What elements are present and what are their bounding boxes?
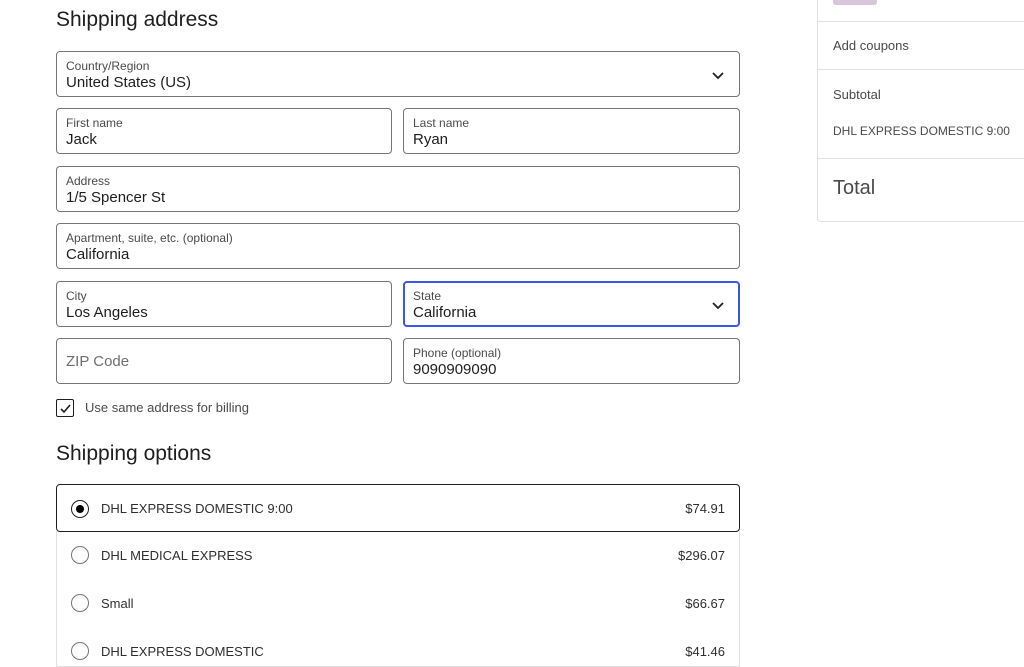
add-coupons-toggle[interactable]: Add coupons bbox=[833, 38, 909, 53]
product-thumbnail bbox=[833, 0, 877, 5]
radio-icon[interactable] bbox=[71, 594, 89, 612]
option-name: DHL MEDICAL EXPRESS bbox=[101, 548, 253, 563]
shipping-option-small[interactable]: Small $66.67 bbox=[56, 579, 740, 628]
option-price: $296.07 bbox=[678, 548, 725, 563]
option-price: $74.91 bbox=[685, 501, 725, 516]
order-summary-panel: Add coupons Subtotal DHL EXPRESS DOMESTI… bbox=[817, 0, 1024, 222]
divider bbox=[818, 158, 1024, 159]
apartment-label: Apartment, suite, etc. (optional) bbox=[66, 231, 233, 245]
city-label: City bbox=[66, 289, 87, 303]
first-name-value: Jack bbox=[66, 131, 97, 148]
last-name-label: Last name bbox=[413, 116, 470, 130]
last-name-field[interactable]: Last name Ryan bbox=[403, 108, 740, 154]
shipping-option-dhl-express-domestic-900[interactable]: DHL EXPRESS DOMESTIC 9:00 $74.91 bbox=[56, 484, 740, 532]
billing-same-label[interactable]: Use same address for billing bbox=[85, 400, 249, 415]
option-name: DHL EXPRESS DOMESTIC bbox=[101, 644, 264, 659]
radio-icon[interactable] bbox=[71, 546, 89, 564]
radio-icon[interactable] bbox=[71, 642, 89, 660]
checkmark-icon bbox=[60, 404, 71, 414]
last-name-value: Ryan bbox=[413, 131, 449, 148]
option-price: $66.67 bbox=[685, 596, 725, 611]
shipping-options-title: Shipping options bbox=[56, 442, 212, 465]
zip-field[interactable]: ZIP Code bbox=[56, 338, 392, 384]
chevron-down-icon bbox=[712, 72, 724, 80]
option-name: Small bbox=[101, 596, 134, 611]
total-label: Total bbox=[833, 177, 876, 199]
state-select[interactable]: State California bbox=[403, 281, 740, 327]
zip-placeholder: ZIP Code bbox=[66, 353, 130, 370]
country-select[interactable]: Country/Region United States (US) bbox=[56, 51, 740, 97]
country-value: United States (US) bbox=[66, 74, 192, 91]
state-value: California bbox=[413, 304, 477, 321]
shipping-option-dhl-express-domestic[interactable]: DHL EXPRESS DOMESTIC $41.46 bbox=[56, 627, 740, 667]
address-value: 1/5 Spencer St bbox=[66, 189, 166, 206]
shipping-option-dhl-medical-express[interactable]: DHL MEDICAL EXPRESS $296.07 bbox=[56, 531, 740, 580]
first-name-field[interactable]: First name Jack bbox=[56, 108, 392, 154]
radio-icon[interactable] bbox=[71, 500, 89, 518]
phone-field[interactable]: Phone (optional) 9090909090 bbox=[403, 338, 740, 384]
phone-value: 9090909090 bbox=[413, 361, 497, 378]
city-field[interactable]: City Los Angeles bbox=[56, 281, 392, 327]
option-price: $41.46 bbox=[685, 644, 725, 659]
divider bbox=[818, 69, 1024, 70]
divider bbox=[818, 21, 1024, 22]
shipping-address-title: Shipping address bbox=[56, 8, 219, 31]
chevron-down-icon bbox=[712, 302, 724, 310]
country-label: Country/Region bbox=[66, 59, 150, 73]
address-field[interactable]: Address 1/5 Spencer St bbox=[56, 166, 740, 212]
shipping-method-label: DHL EXPRESS DOMESTIC 9:00 bbox=[833, 124, 1010, 138]
subtotal-label: Subtotal bbox=[833, 87, 881, 102]
state-label: State bbox=[413, 289, 442, 303]
apartment-value: California bbox=[66, 246, 130, 263]
phone-label: Phone (optional) bbox=[413, 346, 502, 360]
billing-same-checkbox[interactable] bbox=[56, 399, 74, 417]
first-name-label: First name bbox=[66, 116, 123, 130]
city-value: Los Angeles bbox=[66, 304, 148, 321]
option-name: DHL EXPRESS DOMESTIC 9:00 bbox=[101, 501, 293, 516]
address-label: Address bbox=[66, 174, 111, 188]
apartment-field[interactable]: Apartment, suite, etc. (optional) Califo… bbox=[56, 223, 740, 269]
